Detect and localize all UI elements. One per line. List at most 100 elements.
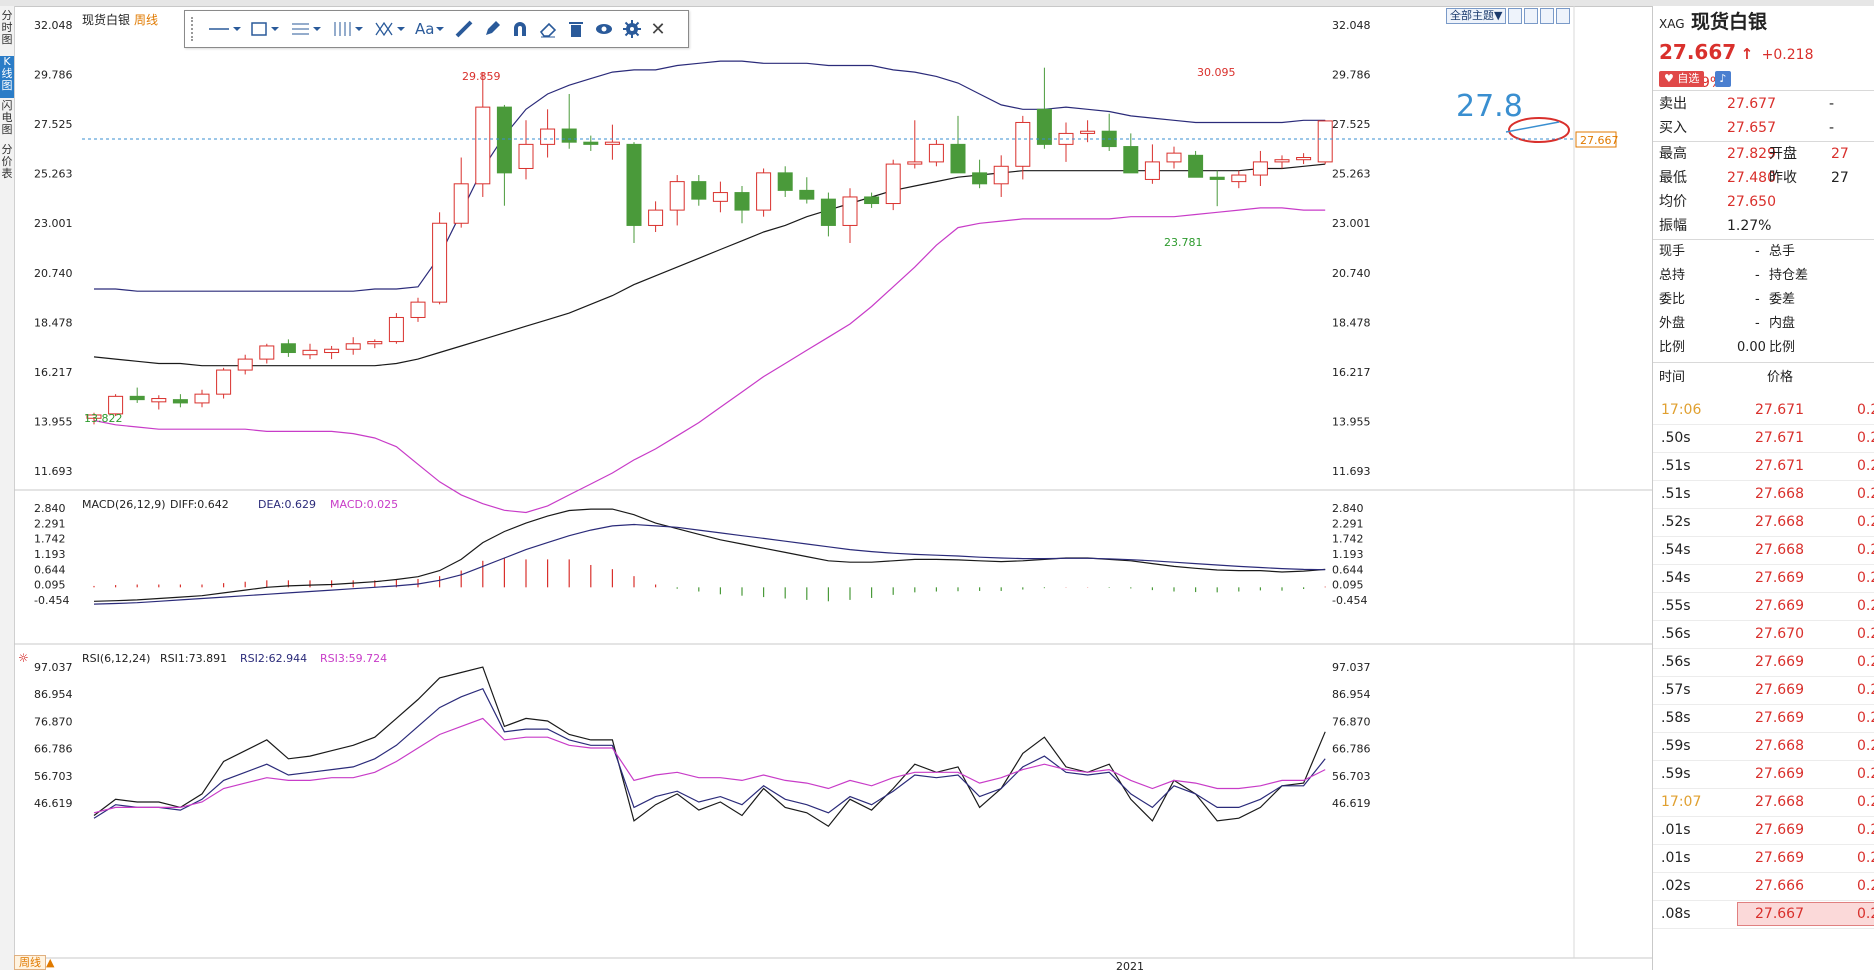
channel-tool-icon[interactable] [331, 14, 365, 44]
price-axis-label-right: 29.786 [1332, 69, 1371, 82]
tick-price: 27.668 [1755, 514, 1804, 530]
layout-quad-icon[interactable] [1540, 8, 1555, 24]
tick-time: .54s [1661, 570, 1691, 586]
ticks-header-time: 时间 [1659, 370, 1686, 385]
layout-grid-icon[interactable] [1508, 8, 1523, 24]
macd-value: MACD:0.025 [330, 498, 398, 511]
candle-body [324, 348, 340, 354]
amp-label: 振幅 [1659, 218, 1687, 234]
candle-body [259, 345, 275, 360]
tick-row: .51s 27.671 0.2 [1653, 452, 1874, 481]
eye-icon[interactable] [594, 14, 614, 44]
period-tab[interactable]: 周线 ▲ [14, 954, 54, 970]
tick-volume: 0.2 [1857, 514, 1874, 530]
candle-body [496, 106, 512, 174]
tab-flash[interactable]: 闪电图 [0, 100, 14, 142]
candle-body [950, 143, 966, 174]
tick-time: .59s [1661, 738, 1691, 754]
text-tool-icon[interactable]: Aa [415, 14, 446, 44]
tick-row: .54s 27.669 0.2 [1653, 564, 1874, 593]
price-axis-label-left: 29.786 [34, 69, 73, 82]
tick-volume: 0.2 [1857, 570, 1874, 586]
rsi-title: RSI(6,12,24) [82, 652, 150, 665]
tick-time: .55s [1661, 598, 1691, 614]
rsi-axis-label-left: 76.870 [34, 715, 73, 728]
tick-row: 17:06 27.671 0.2 [1653, 396, 1874, 425]
tab-timeshare[interactable]: 分时图 [0, 10, 14, 54]
candle-body [1317, 120, 1333, 163]
tick-price: 27.666 [1755, 878, 1804, 894]
bell-icon[interactable]: ♪ [1714, 71, 1731, 87]
tick-time: .08s [1661, 906, 1691, 922]
tab-kline[interactable]: K线图 [0, 56, 14, 98]
tick-time: .51s [1661, 458, 1691, 474]
price-axis-label-right: 32.048 [1332, 19, 1371, 32]
pen-icon[interactable] [482, 14, 502, 44]
rect-tool-icon[interactable] [249, 14, 281, 44]
price-change: +0.218 [1761, 47, 1814, 63]
gear-icon[interactable] [622, 14, 642, 44]
period-label[interactable]: 周线 [134, 13, 158, 27]
ratio-label: 委比 [1659, 292, 1686, 307]
layout-expand-icon[interactable] [1556, 8, 1571, 24]
candle-body [907, 161, 923, 165]
drag-handle[interactable] [191, 17, 203, 41]
layout-split-icon[interactable] [1524, 8, 1539, 24]
price-axis-label-right: 16.217 [1332, 366, 1371, 379]
favorite-button[interactable]: ♥ 自选 [1659, 71, 1705, 87]
low-label: 最低 [1659, 170, 1687, 186]
pattern-tool-icon[interactable] [373, 14, 407, 44]
buy-row: 买入 27.657 - [1659, 116, 1874, 140]
theme-controls: 全部主题▼ [1446, 8, 1571, 24]
candle-body [1252, 161, 1268, 176]
pct2-label: 比例 [1769, 340, 1796, 355]
settings-sun-icon[interactable]: ☼ [18, 651, 29, 665]
tick-volume: 0.2 [1857, 766, 1874, 782]
tick-row: .56s 27.670 0.2 [1653, 620, 1874, 649]
avg-value: 27.650 [1727, 194, 1776, 210]
close-icon[interactable]: ✕ [650, 14, 665, 44]
macd-axis-label-left: 2.840 [34, 502, 66, 515]
macd-axis-label-left: 0.095 [34, 579, 66, 592]
pct-row: 比例 0.00 比例 [1659, 336, 1874, 360]
candle-body [1209, 176, 1225, 180]
line-tool-icon[interactable] [207, 14, 241, 44]
tick-price: 27.668 [1755, 794, 1804, 810]
rsi-axis-label-left: 46.619 [34, 797, 73, 810]
instrument-code: XAG [1659, 17, 1685, 31]
candle-body [151, 398, 167, 403]
amp-value: 1.27% [1727, 218, 1772, 234]
macd-axis-label-left: 2.291 [34, 517, 66, 530]
kline-chart[interactable]: 32.048 32.048 29.786 29.786 27.525 27.525 25.2… [14, 6, 1652, 970]
tick-row: 17:07 27.668 0.2 [1653, 788, 1874, 817]
tick-row: .59s 27.668 0.2 [1653, 732, 1874, 761]
rsi3-line [93, 717, 1326, 814]
hold-diff-label: 持仓差 [1769, 268, 1809, 283]
candle-body [1080, 130, 1096, 134]
tab-price-table[interactable]: 分价表 [0, 144, 14, 190]
trash-icon[interactable] [566, 14, 586, 44]
fib-tool-icon[interactable] [289, 14, 323, 44]
candle-body [540, 128, 556, 145]
price-axis-label-left: 20.740 [34, 267, 73, 280]
period-tab-label[interactable]: 周线 [14, 955, 46, 970]
macd-axis-label-right: 1.193 [1332, 548, 1364, 561]
tick-volume: 0.2 [1857, 710, 1874, 726]
price-axis-label-right: 20.740 [1332, 267, 1371, 280]
avg-label: 均价 [1659, 194, 1687, 210]
candle-body [172, 399, 188, 404]
all-themes-button[interactable]: 全部主题▼ [1446, 8, 1507, 24]
rsi1-line [93, 666, 1326, 827]
tick-volume: 0.2 [1857, 878, 1874, 894]
eraser-icon[interactable] [538, 14, 558, 44]
candle-body [734, 192, 750, 211]
buy-price: 27.657 [1727, 120, 1776, 136]
magnet-icon[interactable] [510, 14, 530, 44]
ruler-icon[interactable] [454, 14, 474, 44]
macd-axis-label-right: 0.644 [1332, 563, 1364, 576]
candle-body [280, 343, 296, 354]
pct-value: 0.00 [1737, 340, 1766, 355]
high-label: 最高 [1659, 146, 1687, 162]
tick-time: .01s [1661, 850, 1691, 866]
price-axis-label-left: 27.525 [34, 118, 73, 131]
